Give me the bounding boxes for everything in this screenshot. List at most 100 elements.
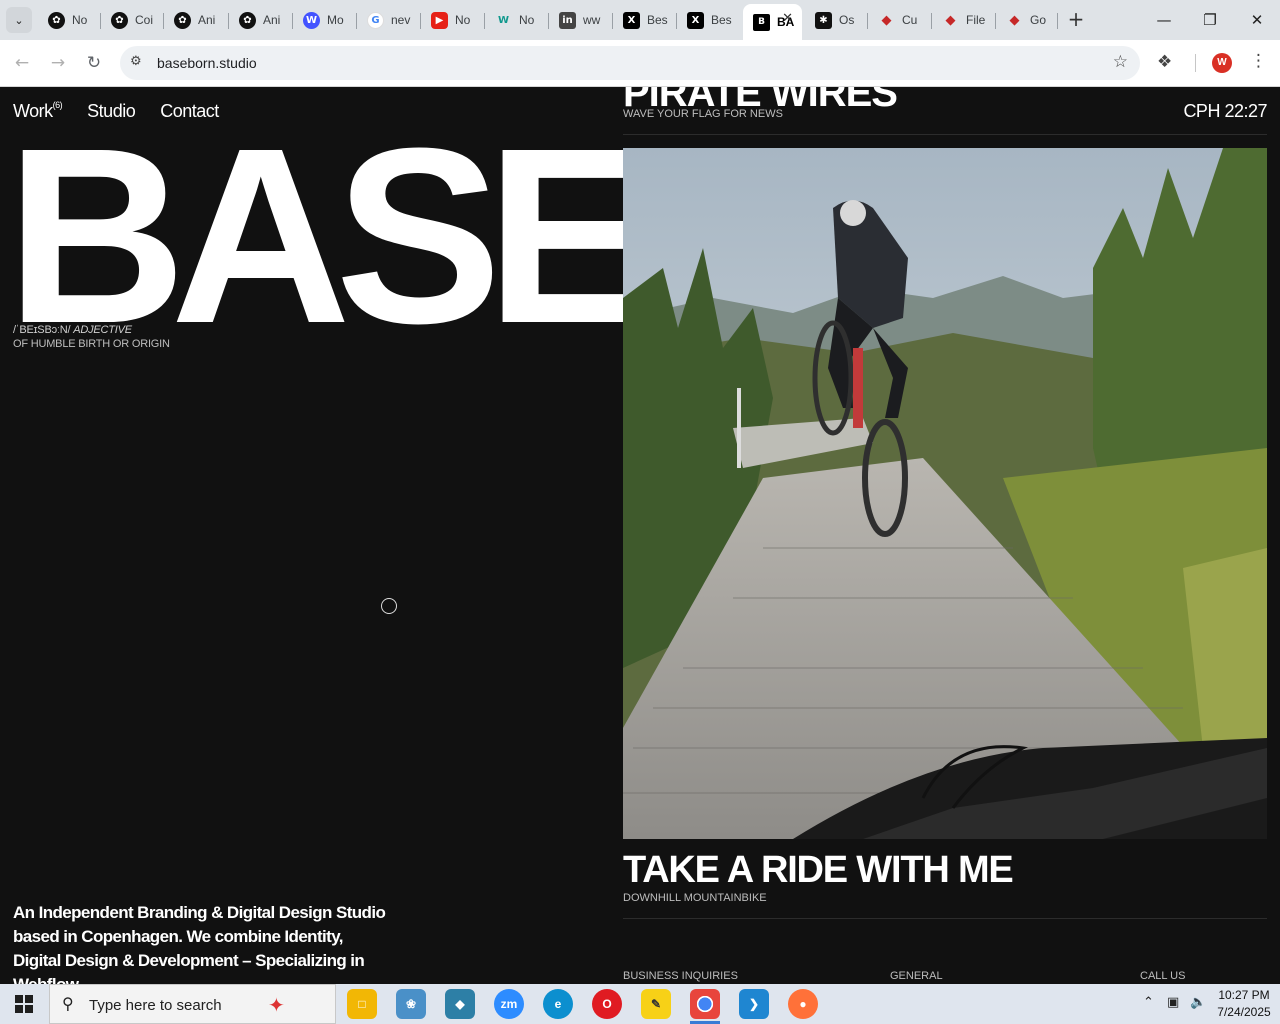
phonetic-text: /ˈBEɪSBɔːN/	[13, 324, 71, 336]
gem-icon: ◆	[1009, 12, 1020, 28]
browser-tab[interactable]: ◆ Go	[996, 4, 1058, 36]
tray-chevron-up-icon[interactable]: ⌃	[1143, 995, 1154, 1010]
w-logo-icon: W	[497, 14, 510, 26]
browser-tab[interactable]: G nev	[357, 4, 421, 36]
baseborn-icon: B	[753, 13, 770, 31]
browser-tab[interactable]: ✿ Ani	[164, 4, 229, 36]
file-explorer-icon[interactable]: □	[347, 989, 377, 1019]
system-time: 10:27 PM	[1218, 988, 1270, 1002]
tab-label: ww	[583, 13, 601, 27]
bookmark-star-icon[interactable]: ☆	[1113, 52, 1128, 72]
forward-arrow-icon[interactable]: →	[47, 52, 69, 74]
definition-text: OF HUMBLE BIRTH OR ORIGIN	[13, 338, 170, 350]
footer-call-label: CALL US	[1140, 970, 1186, 982]
tab-label: No	[72, 13, 88, 27]
browser-tab-active[interactable]: B BA ✕	[743, 4, 802, 40]
custom-cursor-ring	[381, 598, 397, 614]
taskbar-search[interactable]: ⚲ Type here to search ✦	[49, 984, 336, 1024]
asterisk-icon: ✱	[815, 11, 832, 29]
browser-tab-strip: ⌄ ✿ No ✿ Coi ✿ Ani ✿ Ani W Mo G nev ▶ No…	[0, 0, 1280, 40]
paint-app-icon[interactable]: ❀	[396, 989, 426, 1019]
tab-label: Bes	[711, 13, 732, 27]
phonetic-line: /ˈBEɪSBɔːN/ ADJECTIVE	[13, 324, 132, 336]
extensions-puzzle-icon[interactable]: ❖	[1157, 52, 1172, 72]
tab-label: Ani	[198, 13, 216, 27]
search-placeholder: Type here to search	[89, 997, 222, 1014]
divider	[623, 134, 1267, 135]
gem-icon: ◆	[945, 12, 956, 28]
web-page: Work(6) Studio Contact CPH 22:27 BASE /ˈ…	[0, 87, 1280, 984]
restore-icon[interactable]: ❐	[1198, 8, 1222, 32]
new-tab-plus-icon[interactable]: +	[1064, 8, 1088, 32]
browser-toolbar: ← → ↻ ⚙ baseborn.studio ☆ ❖ W ⋮	[0, 40, 1280, 87]
tab-label: No	[455, 13, 471, 27]
chatgpt-icon: ✿	[174, 11, 191, 29]
vscode-icon[interactable]: ❯	[739, 989, 769, 1019]
footer-business-label: BUSINESS INQUIRIES	[623, 970, 738, 982]
tab-label: Go	[1030, 13, 1047, 27]
browser-tab[interactable]: ◆ File	[932, 4, 996, 36]
chatgpt-icon: ✿	[111, 11, 128, 29]
window-close-icon[interactable]: ✕	[1245, 8, 1269, 32]
opera-icon[interactable]: O	[592, 989, 622, 1019]
site-settings-icon[interactable]: ⚙	[130, 54, 142, 69]
browser-tab[interactable]: ◆ Cu	[868, 4, 932, 36]
browser-tab[interactable]: W Mo	[293, 4, 357, 36]
gem-app-icon[interactable]: ◆	[445, 989, 475, 1019]
tab-label: Bes	[647, 13, 668, 27]
windows-taskbar: ⚲ Type here to search ✦ □ ❀ ◆ zm e O ✎ ❯…	[0, 984, 1280, 1024]
project-video[interactable]	[623, 148, 1267, 839]
browser-menu-icon[interactable]: ⋮	[1250, 51, 1267, 71]
search-highlight-icon: ✦	[268, 995, 285, 1017]
chrome-icon[interactable]	[690, 989, 720, 1024]
firefox-icon[interactable]: ●	[788, 989, 818, 1019]
address-url[interactable]: baseborn.studio	[157, 55, 257, 71]
tab-label: No	[519, 13, 535, 27]
mountainbike-video-frame	[623, 148, 1267, 839]
youtube-icon: ▶	[431, 11, 448, 29]
reload-icon[interactable]: ↻	[83, 52, 105, 74]
x-icon: X	[687, 11, 704, 29]
chatgpt-icon: ✿	[239, 11, 256, 29]
browser-tab[interactable]: ✿ Ani	[229, 4, 293, 36]
project-title[interactable]: TAKE A RIDE WITH ME	[623, 849, 1014, 892]
system-date: 7/24/2025	[1217, 1005, 1271, 1019]
start-button[interactable]	[0, 984, 48, 1024]
local-clock: CPH 22:27	[1183, 101, 1267, 121]
browser-tab[interactable]: X Bes	[613, 4, 677, 36]
browser-tab[interactable]: ✱ Os	[805, 4, 868, 36]
linkedin-icon: in	[559, 11, 576, 29]
zoom-icon[interactable]: zm	[494, 989, 524, 1019]
tab-search-chevron-icon[interactable]: ⌄	[6, 7, 32, 33]
tab-label: Mo	[327, 13, 344, 27]
system-clock[interactable]: 10:27 PM 7/24/2025	[1214, 987, 1274, 1021]
windows-logo-icon	[15, 995, 33, 1013]
gem-icon: ◆	[881, 12, 892, 28]
edge-icon[interactable]: e	[543, 989, 573, 1019]
network-icon[interactable]: ▣	[1167, 995, 1179, 1010]
address-bar[interactable]: ⚙ baseborn.studio ☆	[120, 46, 1140, 80]
sticky-notes-icon[interactable]: ✎	[641, 989, 671, 1019]
project-subtitle: DOWNHILL MOUNTAINBIKE	[623, 892, 767, 904]
close-tab-icon[interactable]: ✕	[782, 11, 793, 26]
browser-tab[interactable]: X Bes	[677, 4, 743, 36]
prev-project-subtitle: WAVE YOUR FLAG FOR NEWS	[623, 108, 783, 120]
profile-avatar[interactable]: W	[1212, 53, 1232, 73]
back-arrow-icon[interactable]: ←	[11, 52, 33, 74]
google-icon: G	[367, 11, 384, 29]
browser-tab[interactable]: ✿ No	[38, 4, 101, 36]
studio-intro: An Independent Branding & Digital Design…	[13, 903, 386, 984]
tab-label: Cu	[902, 13, 918, 27]
webflow-icon: W	[303, 11, 320, 29]
minimize-icon[interactable]: —	[1152, 8, 1176, 32]
browser-tab[interactable]: in ww	[549, 4, 613, 36]
tab-label: nev	[391, 13, 411, 27]
browser-tab[interactable]: W No	[485, 4, 549, 36]
volume-icon[interactable]: 🔈	[1190, 995, 1206, 1010]
browser-tab[interactable]: ✿ Coi	[101, 4, 164, 36]
x-icon: X	[623, 11, 640, 29]
footer-general-label: GENERAL	[890, 970, 943, 982]
browser-tab[interactable]: ▶ No	[421, 4, 485, 36]
tab-label: File	[966, 13, 986, 27]
tab-label: Os	[839, 13, 855, 27]
